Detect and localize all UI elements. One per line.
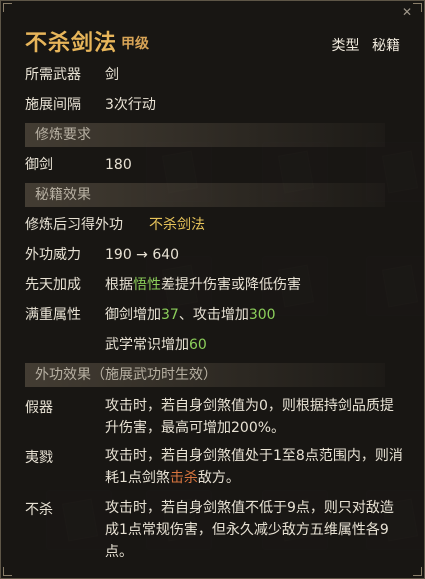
item-tooltip: ✕ 不杀剑法 甲级 类型 秘籍 所需武器 剑 施展间隔 3次行动 修炼要求 御剑… [0,0,425,579]
info-value: 3次行动 [105,97,156,113]
section-header-requirements: 修炼要求 [25,123,385,147]
innate-suffix: 差提升伤害或降低伤害 [161,277,301,293]
full-f: 60 [189,337,207,353]
full-value-line2: 武学常识增加60 [105,335,207,355]
power-key: 外功威力 [25,247,81,263]
info-key: 施展间隔 [25,97,81,113]
full-key: 满重属性 [25,307,81,323]
effect-key-yilu: 夷戮 [25,450,53,466]
effect-text-busha: 攻击时，若自身剑煞值不低于9点，则只对敌造成1点常规伤害，但永久减少敌方五维属性… [105,500,394,560]
item-name: 不杀剑法 [25,31,118,56]
frame-corner [3,567,12,576]
type-value: 秘籍 [372,38,400,54]
yilu-text-b: 敌方。 [197,470,240,486]
section-header-secret: 秘籍效果 [25,183,385,207]
info-value: 剑 [105,67,119,83]
full-value-line1: 御剑增加37、攻击增加300 [105,305,276,325]
learn-key: 修炼后习得外功 [25,217,123,233]
full-b: 37 [161,307,179,323]
yilu-highlight: 击杀 [169,470,198,486]
innate-key: 先天加成 [25,277,81,293]
requirement-key: 御剑 [25,157,53,173]
yilu-text-a: 攻击时，若自身剑煞值处于1至8点范围内，则消耗1点剑煞 [105,448,403,486]
section-header-outer: 外功效果（施展武功时生效） [25,363,385,387]
power-value: 190 → 640 [105,247,180,263]
learn-value: 不杀剑法 [149,217,205,233]
full-a: 御剑增加 [105,307,161,323]
effect-key-busha: 不杀 [25,502,53,518]
effect-text-yilu: 攻击时，若自身剑煞值处于1至8点范围内，则消耗1点剑煞击杀敌方。 [105,445,405,489]
full-c: 、攻击增加 [178,307,249,323]
effect-text-jiaqi: 攻击时，若自身剑煞值为0，则根据持剑品质提升伤害，最高可增加200%。 [105,398,394,436]
frame-corner [3,3,12,12]
requirement-value: 180 [105,157,132,173]
innate-prefix: 根据 [105,277,133,293]
effect-key-jiaqi: 假器 [25,400,53,416]
full-d: 300 [248,307,276,323]
item-type: 类型 秘籍 [324,35,400,55]
full-e: 武学常识增加 [105,337,189,353]
type-label: 类型 [331,38,360,54]
frame-corner [413,567,422,576]
innate-highlight: 悟性 [133,277,161,293]
close-icon[interactable]: ✕ [402,5,416,19]
info-key: 所需武器 [25,67,81,83]
innate-value: 根据悟性差提升伤害或降低伤害 [105,275,301,295]
tooltip-header: 不杀剑法 甲级 类型 秘籍 [25,25,400,56]
item-grade: 甲级 [121,36,149,52]
